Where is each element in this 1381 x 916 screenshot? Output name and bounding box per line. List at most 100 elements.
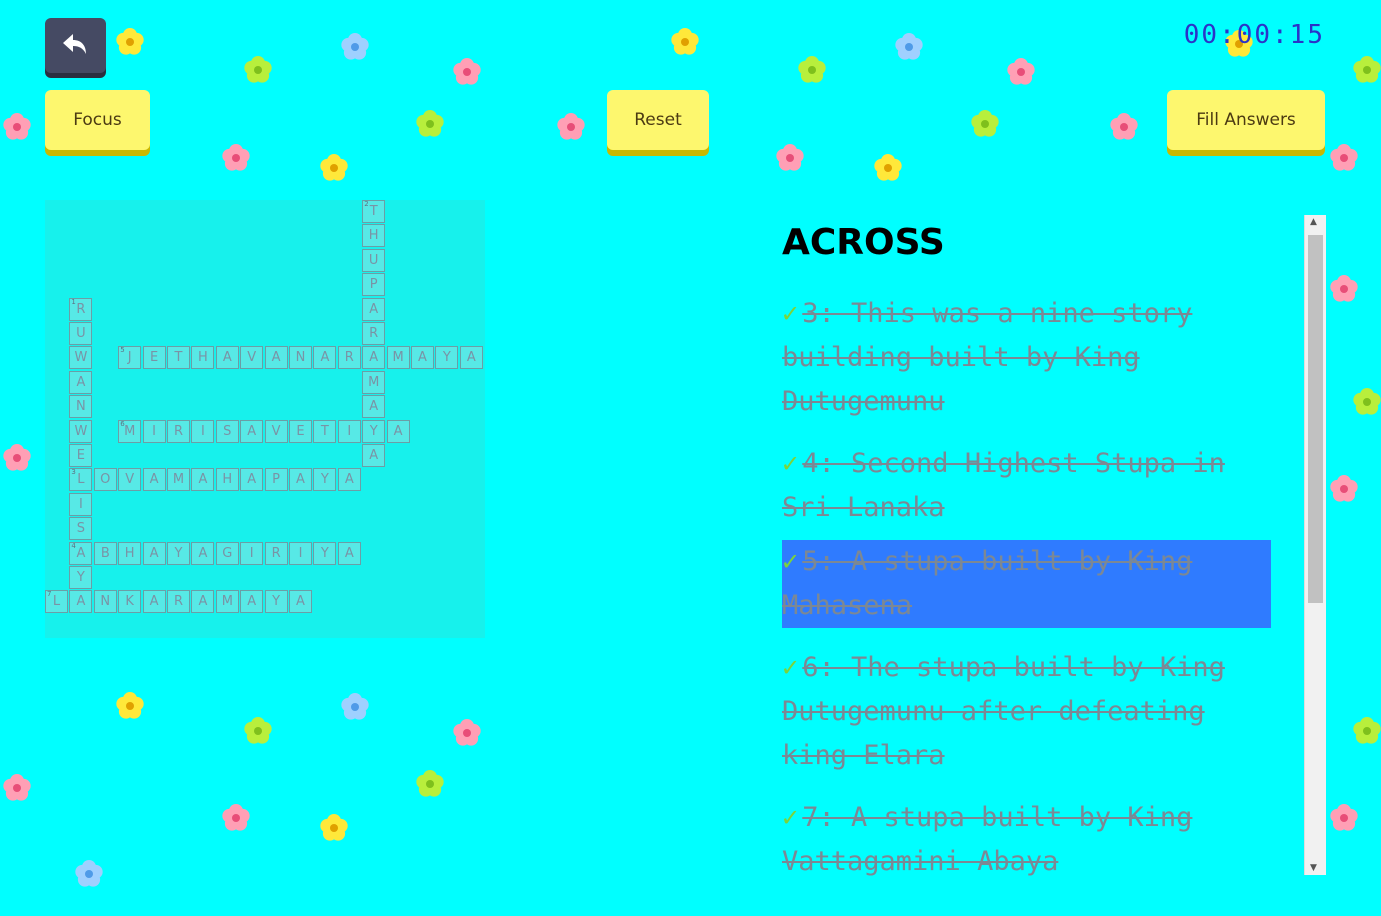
grid-cell[interactable]: I	[142, 419, 166, 443]
scroll-down-icon[interactable]: ▼	[1310, 863, 1317, 873]
grid-cell[interactable]: M6	[118, 419, 142, 443]
grid-cell[interactable]: I	[69, 492, 93, 516]
grid-cell[interactable]: U	[69, 322, 93, 345]
cell-number: 7	[47, 590, 52, 599]
grid-cell[interactable]: A	[459, 346, 483, 370]
grid-cell[interactable]: Y	[313, 541, 337, 565]
grid-cell[interactable]: T2	[362, 200, 386, 223]
grid-cell[interactable]: A	[191, 541, 215, 565]
grid-cell[interactable]: M	[167, 468, 190, 492]
grid-cell[interactable]: A	[411, 346, 434, 370]
grid-cell[interactable]: A	[215, 346, 239, 370]
grid-cell[interactable]: A	[240, 419, 264, 443]
grid-cell[interactable]: O	[93, 468, 117, 492]
grid-cell[interactable]: T	[167, 346, 190, 370]
grid-cell[interactable]: Y	[313, 468, 337, 492]
grid-cell[interactable]: A	[362, 444, 386, 467]
clue-item[interactable]: ✓ 3: This was a nine story building built…	[782, 292, 1271, 424]
grid-cell[interactable]: I	[289, 541, 312, 565]
grid-cell[interactable]: W	[69, 419, 93, 443]
grid-cell[interactable]: A	[289, 468, 312, 492]
grid-cell[interactable]: G	[215, 541, 239, 565]
grid-cell[interactable]: A	[240, 590, 264, 614]
grid-cell[interactable]: A	[362, 395, 386, 419]
grid-cell[interactable]: I	[240, 541, 264, 565]
clue-item[interactable]: ✓ 7: A stupa built by King Vattagamini Ab…	[782, 796, 1271, 876]
grid-cell[interactable]: A	[191, 590, 215, 614]
across-title: ACROSS	[782, 222, 945, 263]
grid-cell[interactable]: A	[240, 468, 264, 492]
grid-cell[interactable]: S	[215, 419, 239, 443]
grid-cell[interactable]: A	[69, 590, 93, 614]
grid-cell[interactable]: R	[362, 322, 386, 345]
fill-answers-button[interactable]: Fill Answers	[1167, 90, 1325, 150]
scroll-thumb[interactable]	[1308, 235, 1323, 603]
grid-cell[interactable]: Y	[69, 566, 93, 589]
grid-cell[interactable]: Y	[362, 419, 386, 443]
grid-cell[interactable]: I	[337, 419, 361, 443]
clue-item[interactable]: ✓ 4: Second Highest Stupa in Sri Lanaka	[782, 442, 1271, 530]
grid-cell[interactable]: R	[167, 419, 190, 443]
reset-button[interactable]: Reset	[607, 90, 709, 150]
clues-panel: ACROSS ✓ 3: This was a nine story buildin…	[782, 214, 1302, 876]
grid-cell[interactable]: N	[93, 590, 117, 614]
grid-cell[interactable]: A	[362, 346, 386, 370]
grid-cell[interactable]: A	[191, 468, 215, 492]
grid-cell[interactable]: M	[386, 346, 410, 370]
grid-cell[interactable]: U	[362, 248, 386, 272]
grid-cell[interactable]: M	[362, 370, 386, 394]
grid-cell[interactable]: S	[69, 517, 93, 541]
grid-cell[interactable]: M	[215, 590, 239, 614]
clues-scrollbar[interactable]: ▲ ▼	[1304, 215, 1326, 875]
grid-cell[interactable]: E	[289, 419, 312, 443]
grid-cell[interactable]: V	[264, 419, 288, 443]
grid-cell[interactable]: A	[142, 541, 166, 565]
grid-cell[interactable]: A	[337, 468, 361, 492]
grid-cell[interactable]: A	[313, 346, 337, 370]
cell-number: 6	[120, 419, 125, 428]
grid-cell[interactable]: R1	[69, 297, 93, 321]
grid-cell[interactable]: N	[289, 346, 312, 370]
clue-item[interactable]: ✓ 6: The stupa built by King Dutugemunu a…	[782, 646, 1271, 778]
scroll-up-icon[interactable]: ▲	[1310, 217, 1317, 227]
grid-cell[interactable]: B	[93, 541, 117, 565]
grid-cell[interactable]: A	[264, 346, 288, 370]
clue-item[interactable]: ✓ 5: A stupa built by King Mahasena	[782, 540, 1271, 628]
grid-cell[interactable]: H	[215, 468, 239, 492]
grid-cell[interactable]: H	[118, 541, 142, 565]
grid-cell[interactable]: V	[240, 346, 264, 370]
focus-button[interactable]: Focus	[45, 90, 150, 150]
grid-cell[interactable]: A	[289, 590, 312, 614]
grid-cell[interactable]: N	[69, 395, 93, 419]
grid-cell[interactable]: K	[118, 590, 142, 614]
grid-cell[interactable]: Y	[435, 346, 459, 370]
grid-cell[interactable]: I	[191, 419, 215, 443]
grid-cell[interactable]: P	[264, 468, 288, 492]
grid-cell[interactable]: R	[337, 346, 361, 370]
grid-cell[interactable]: Y	[167, 541, 190, 565]
grid-cell[interactable]: V	[118, 468, 142, 492]
grid-cell[interactable]: P	[362, 273, 386, 297]
grid-cell[interactable]: A	[362, 297, 386, 321]
grid-cell[interactable]: R	[264, 541, 288, 565]
grid-cell[interactable]: E	[142, 346, 166, 370]
grid-cell[interactable]: A4	[69, 541, 93, 565]
grid-cell[interactable]: J5	[118, 346, 142, 370]
grid-cell[interactable]: A	[337, 541, 361, 565]
grid-cell[interactable]: T	[313, 419, 337, 443]
grid-cell[interactable]: A	[142, 590, 166, 614]
grid-cell[interactable]: R	[167, 590, 190, 614]
check-icon: ✓	[782, 298, 799, 329]
grid-cell[interactable]: L3	[69, 468, 93, 492]
grid-cell[interactable]: H	[191, 346, 215, 370]
grid-cell[interactable]: A	[69, 370, 93, 394]
grid-cell[interactable]: L7	[45, 590, 68, 614]
grid-cell[interactable]: A	[142, 468, 166, 492]
grid-cell[interactable]: W	[69, 346, 93, 370]
grid-cell[interactable]: Y	[264, 590, 288, 614]
cell-number: 3	[71, 468, 76, 477]
grid-cell[interactable]: E	[69, 444, 93, 467]
grid-cell[interactable]: H	[362, 224, 386, 248]
grid-cell[interactable]: A	[386, 419, 410, 443]
undo-button[interactable]	[45, 18, 106, 73]
